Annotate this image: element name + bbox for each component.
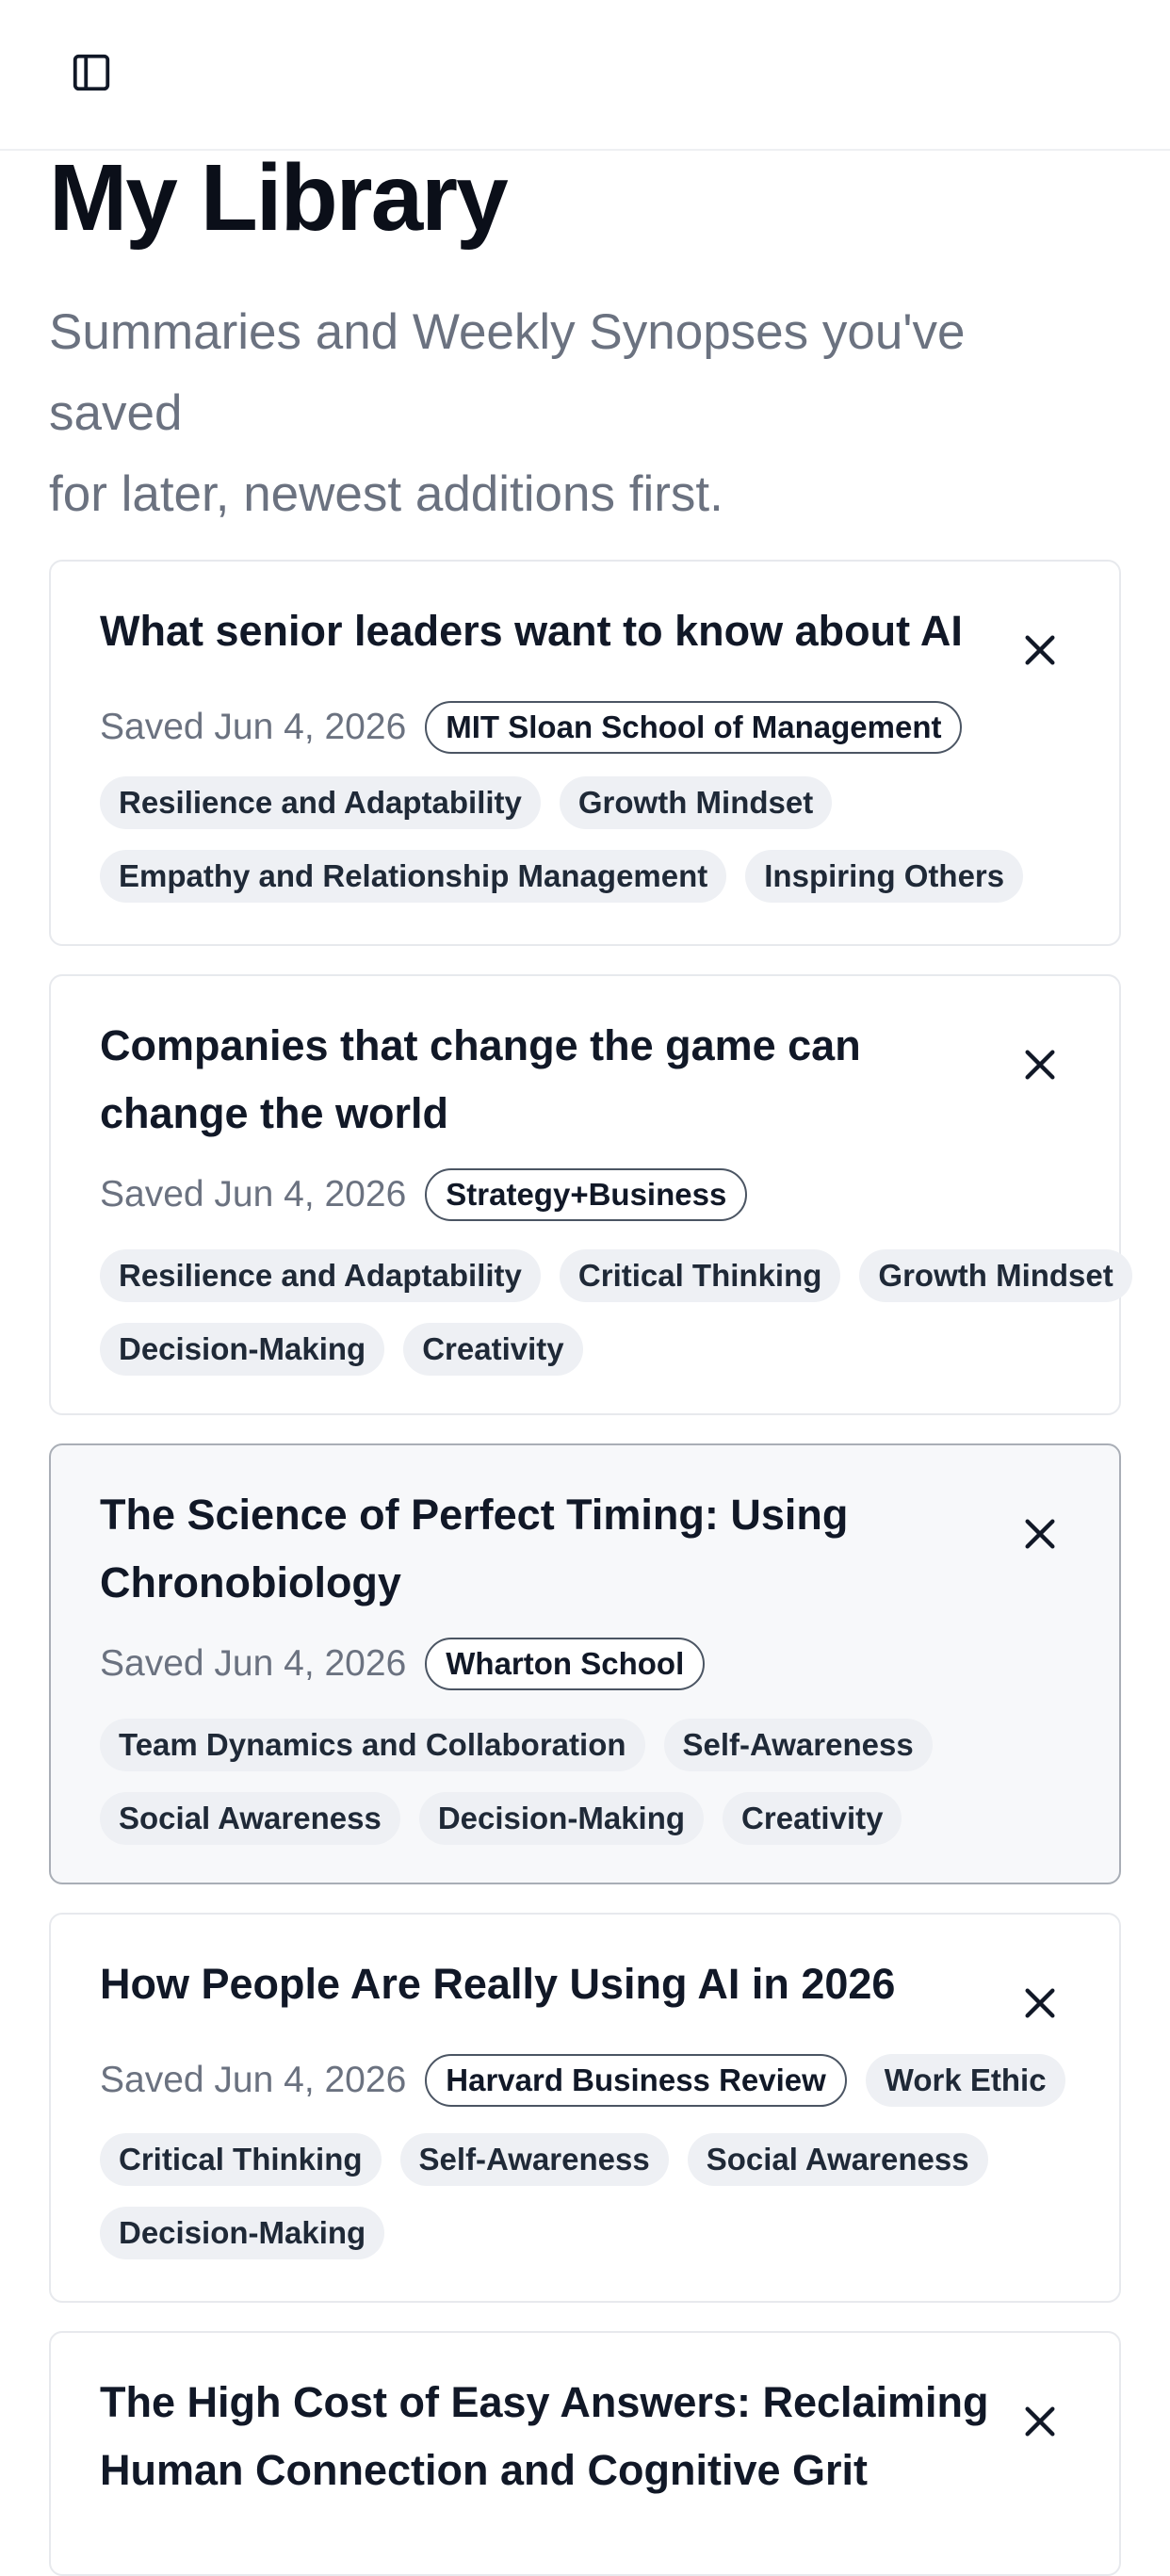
close-icon	[1025, 1519, 1055, 1549]
tag[interactable]: Self-Awareness	[663, 1719, 933, 1771]
saved-date: Saved Jun 4, 2026	[100, 1643, 407, 1684]
library-card[interactable]: What senior leaders want to know about A…	[49, 560, 1121, 946]
tag[interactable]: Empathy and Relationship Management	[100, 850, 727, 903]
tag-row: Resilience and Adaptability Growth Minds…	[100, 776, 833, 829]
tag[interactable]: Resilience and Adaptability	[100, 776, 541, 829]
top-bar	[0, 0, 1170, 151]
tag[interactable]: Creativity	[403, 1323, 583, 1376]
tag[interactable]: Critical Thinking	[559, 1249, 841, 1302]
library-card[interactable]: Companies that change the game can chang…	[49, 974, 1132, 1415]
saved-date: Saved Jun 4, 2026	[100, 707, 407, 747]
remove-button[interactable]	[1010, 1504, 1070, 1564]
tag[interactable]: Growth Mindset	[559, 776, 833, 829]
card-meta-row: Saved Jun 4, 2026 Wharton School	[100, 1638, 706, 1690]
library-card[interactable]: How People Are Really Using AI in 2026 S…	[49, 1913, 1121, 2303]
tag[interactable]: Decision-Making	[418, 1792, 705, 1845]
tag-row: Social Awareness Decision-Making Creativ…	[100, 1792, 902, 1845]
card-meta-row: Saved Jun 4, 2026 Harvard Business Revie…	[100, 2054, 1065, 2107]
remove-button[interactable]	[1010, 620, 1070, 680]
library-card[interactable]: The High Cost of Easy Answers: Reclaimin…	[49, 2331, 1121, 2576]
tag[interactable]: Decision-Making	[100, 2207, 385, 2259]
page-subtitle-line-2: for later, newest additions first.	[49, 466, 723, 522]
card-title[interactable]: How People Are Really Using AI in 2026	[100, 1950, 995, 2018]
source-badge[interactable]: Harvard Business Review	[425, 2054, 847, 2107]
tag[interactable]: Resilience and Adaptability	[100, 1249, 541, 1302]
tag-row: Resilience and Adaptability Critical Thi…	[100, 1249, 1132, 1302]
tag[interactable]: Team Dynamics and Collaboration	[100, 1719, 645, 1771]
tag-row: Decision-Making	[100, 2207, 385, 2259]
card-title[interactable]: What senior leaders want to know about A…	[100, 597, 995, 665]
card-meta-row: Saved Jun 4, 2026 MIT Sloan School of Ma…	[100, 701, 963, 754]
card-meta-row: Saved Jun 4, 2026 Strategy+Business	[100, 1168, 748, 1221]
tag-row: Critical Thinking Self-Awareness Social …	[100, 2133, 988, 2186]
close-icon	[1025, 635, 1055, 665]
tag-row: Decision-Making Creativity	[100, 1323, 583, 1376]
card-title[interactable]: The High Cost of Easy Answers: Reclaimin…	[100, 2369, 995, 2504]
tag[interactable]: Inspiring Others	[745, 850, 1024, 903]
tag[interactable]: Social Awareness	[100, 1792, 400, 1845]
tag[interactable]: Creativity	[723, 1792, 902, 1845]
card-title[interactable]: The Science of Perfect Timing: Using Chr…	[100, 1481, 995, 1617]
tag[interactable]: Decision-Making	[100, 1323, 385, 1376]
tag[interactable]: Social Awareness	[687, 2133, 988, 2186]
page-subtitle-line-1: Summaries and Weekly Synopses you've sav…	[49, 304, 966, 441]
sidebar-panel-icon	[73, 54, 110, 91]
sidebar-toggle-button[interactable]	[58, 40, 124, 106]
close-icon	[1025, 1050, 1055, 1080]
close-icon	[1025, 1988, 1055, 2018]
saved-date: Saved Jun 4, 2026	[100, 1174, 407, 1215]
remove-button[interactable]	[1010, 1035, 1070, 1095]
library-card[interactable]: The Science of Perfect Timing: Using Chr…	[49, 1443, 1121, 1884]
tag[interactable]: Work Ethic	[865, 2054, 1065, 2107]
source-badge[interactable]: Strategy+Business	[425, 1168, 748, 1221]
tag-row: Team Dynamics and Collaboration Self-Awa…	[100, 1719, 933, 1771]
tag[interactable]: Critical Thinking	[100, 2133, 382, 2186]
tag-row: Empathy and Relationship Management Insp…	[100, 850, 1024, 903]
tag[interactable]: Growth Mindset	[859, 1249, 1132, 1302]
page-title: My Library	[49, 145, 509, 251]
card-title[interactable]: Companies that change the game can chang…	[100, 1012, 995, 1148]
remove-button[interactable]	[1010, 1973, 1070, 2033]
source-badge[interactable]: MIT Sloan School of Management	[425, 701, 963, 754]
tag[interactable]: Self-Awareness	[399, 2133, 669, 2186]
page-subtitle: Summaries and Weekly Synopses you've sav…	[49, 292, 1104, 535]
close-icon	[1025, 2406, 1055, 2437]
remove-button[interactable]	[1010, 2391, 1070, 2452]
source-badge[interactable]: Wharton School	[425, 1638, 706, 1690]
saved-date: Saved Jun 4, 2026	[100, 2060, 407, 2100]
